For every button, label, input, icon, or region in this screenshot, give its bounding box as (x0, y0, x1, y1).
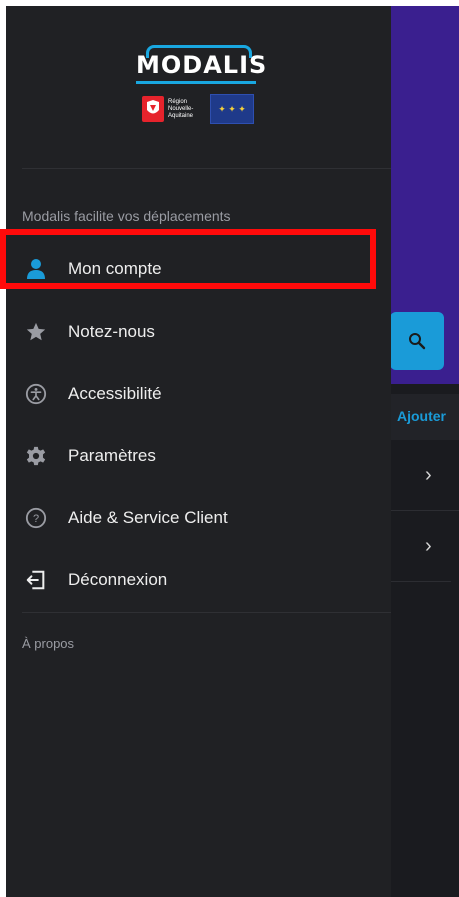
sponsor-logos: Région Nouvelle-Aquitaine ✦ ✦ ✦ (142, 94, 254, 124)
list-item[interactable]: › (391, 510, 451, 582)
menu-item-label: Paramètres (68, 446, 156, 465)
menu-item-accessibilite[interactable]: Accessibilité (6, 367, 391, 421)
navigation-drawer: MODALIS Région Nouvelle-Aquitaine ✦ ✦ ✦ … (6, 6, 391, 897)
about-link[interactable]: À propos (22, 636, 74, 651)
tagline: Modalis facilite vos déplacements (22, 208, 231, 224)
menu-item-label: Accessibilité (68, 384, 162, 403)
chevron-right-icon: › (425, 464, 432, 486)
region-text: Région Nouvelle-Aquitaine (168, 98, 194, 119)
person-icon (24, 257, 48, 281)
menu-item-notez-nous[interactable]: Notez-nous (6, 305, 391, 359)
menu-item-label: Notez-nous (68, 322, 155, 341)
eu-flag-icon: ✦ ✦ ✦ (210, 94, 254, 124)
menu-item-label: Mon compte (68, 259, 162, 278)
search-icon (409, 333, 426, 350)
chevron-right-icon: › (425, 535, 432, 557)
logo-underline (136, 81, 256, 84)
divider (22, 612, 391, 613)
accessibility-icon (24, 382, 48, 406)
logo-text: MODALIS (136, 51, 268, 79)
add-button[interactable]: Ajouter (397, 408, 446, 424)
menu-item-aide-service-client[interactable]: ? Aide & Service Client (6, 491, 391, 545)
region-logo-icon (142, 96, 164, 122)
star-icon (24, 320, 48, 344)
help-icon: ? (24, 506, 48, 530)
menu-item-mon-compte[interactable]: Mon compte (6, 242, 391, 296)
logout-icon (24, 568, 48, 592)
gear-icon (24, 444, 48, 468)
divider (22, 168, 391, 169)
menu-item-parametres[interactable]: Paramètres (6, 429, 391, 483)
svg-text:?: ? (33, 513, 39, 525)
search-button[interactable] (390, 312, 444, 370)
menu-item-deconnexion[interactable]: Déconnexion (6, 553, 391, 607)
menu-item-label: Déconnexion (68, 570, 168, 589)
screen: Ajouter › › MODALIS Région Nouvelle-Aqui… (6, 6, 459, 897)
modalis-logo: MODALIS (136, 45, 268, 84)
menu-item-label: Aide & Service Client (68, 508, 228, 527)
